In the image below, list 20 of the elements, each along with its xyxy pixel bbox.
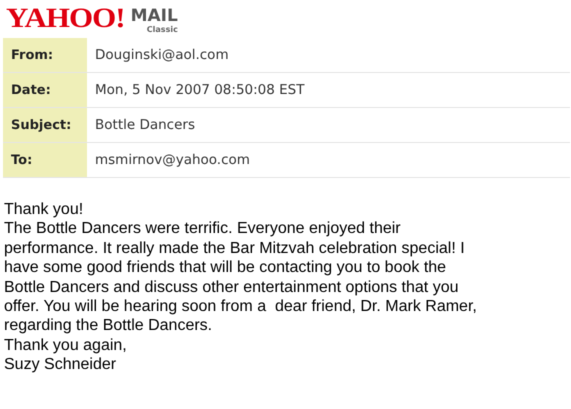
edition-label: Classic [146,25,178,34]
field-value: Douginski@aol.com [94,46,230,65]
field-value: msmirnov@yahoo.com [94,151,251,170]
brand-logo: YAHOO! [6,5,125,31]
message-line: regarding the Bottle Dancers. [4,316,212,336]
field-value: Mon, 5 Nov 2007 08:50:08 EST [94,81,306,100]
message-line: Thank you again, [4,336,127,356]
field-value: Bottle Dancers [94,116,196,135]
message-line: performance. It really made the Bar Mitzvah celebration special! I [4,238,465,258]
field-label: Date: [3,73,87,107]
message-line: Suzy Schneider [4,355,116,375]
message-line: have some good friends that will be contacting you to book the [4,258,446,278]
message-line: Thank you! [4,200,84,220]
message-line: offer. You will be hearing soon from a dear friend, Dr. Mark Ramer, [4,297,477,316]
message-line: Bottle Dancers and discuss other entertainment options that you [4,278,458,298]
message-line: The Bottle Dancers were terrific. Everyone enjoyed their [4,219,401,239]
field-label: Subject: [3,108,87,142]
field-label: From: [3,38,87,72]
product-name: MAIL [130,7,178,25]
field-label: To: [3,143,87,177]
